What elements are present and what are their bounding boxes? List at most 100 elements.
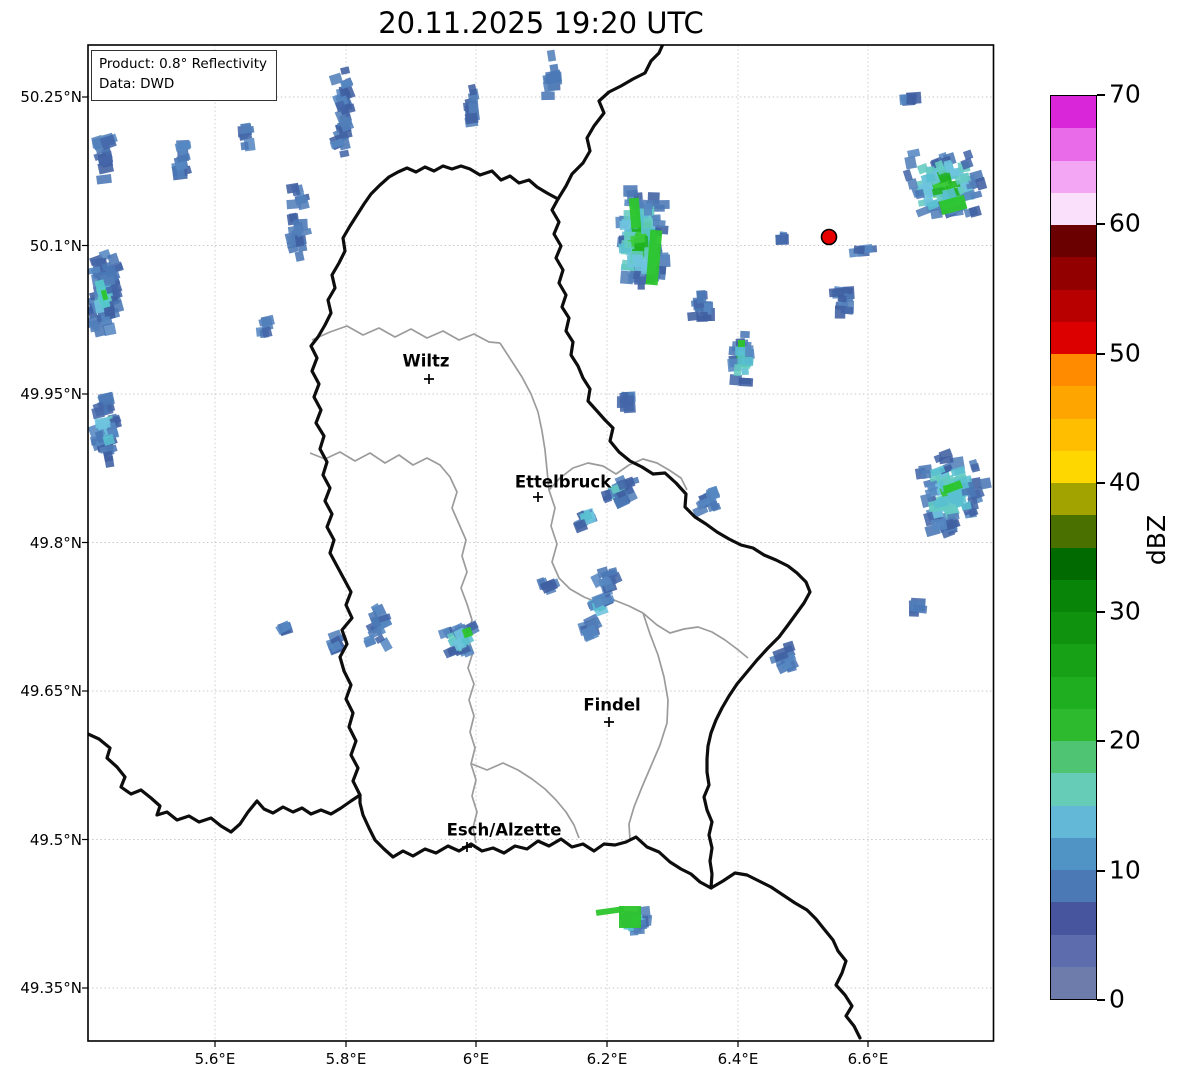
- radar-echo-bin: [904, 155, 918, 170]
- radar-echo-bin: [660, 252, 669, 260]
- district-border: [499, 342, 550, 491]
- country-border: [556, 45, 665, 201]
- colorbar-tick-label: 70: [1109, 79, 1141, 109]
- radar-echo-bin: [634, 276, 647, 285]
- radar-echo-bin: [634, 258, 649, 272]
- radar-echo-bin: [921, 469, 932, 480]
- radar-echo-bin: [745, 345, 754, 358]
- district-border: [642, 612, 749, 659]
- country-border: [88, 732, 362, 834]
- colorbar-segment: [1051, 96, 1096, 129]
- radar-echo-core: [619, 906, 641, 928]
- radar-echo-bin: [99, 159, 109, 167]
- colorbar-segment: [1051, 483, 1096, 516]
- colorbar-segment: [1051, 289, 1096, 322]
- lon-tick-label: 5.6°E: [194, 1050, 236, 1068]
- city-label: Findel: [583, 695, 641, 715]
- colorbar-segment: [1051, 547, 1096, 580]
- lon-tick-label: 6°E: [462, 1050, 490, 1068]
- colorbar-segment: [1051, 870, 1096, 903]
- colorbar-tick-mark: [1097, 869, 1105, 872]
- colorbar-segment: [1051, 612, 1096, 645]
- colorbar-segment: [1051, 192, 1096, 225]
- colorbar-tick-label: 20: [1109, 725, 1141, 755]
- colorbar-segment: [1051, 418, 1096, 451]
- lat-tick-label: 50.1°N: [29, 236, 82, 255]
- radar-echo-bin: [339, 149, 350, 158]
- radar-echo-bin: [630, 234, 646, 244]
- radar-echo-bin: [643, 203, 652, 216]
- legend-product-line: Product: 0.8° Reflectivity: [99, 56, 267, 72]
- radar-echo-bin: [775, 234, 789, 246]
- colorbar-tick-mark: [1097, 223, 1105, 226]
- radar-echo-bin: [741, 367, 749, 376]
- colorbar-tick-mark: [1097, 94, 1105, 96]
- country-border-layer: [88, 45, 862, 1040]
- city-marker: [533, 492, 543, 502]
- colorbar-segment: [1051, 676, 1096, 709]
- lat-tick-label: 49.8°N: [29, 533, 82, 552]
- colorbar-segment: [1051, 902, 1096, 935]
- radar-echo-bin: [696, 289, 707, 304]
- lon-tick-label: 6.4°E: [717, 1050, 759, 1068]
- colorbar-tick-mark: [1097, 352, 1105, 355]
- radar-echo-bin: [843, 287, 853, 295]
- lat-tick-label: 49.95°N: [20, 385, 82, 403]
- lat-tick-label: 49.65°N: [20, 682, 82, 700]
- district-border: [311, 325, 501, 344]
- radar-echo-bin: [696, 311, 708, 322]
- radar-echo-bin: [906, 93, 917, 105]
- colorbar-segment: [1051, 128, 1096, 161]
- radar-echo-bin: [840, 305, 854, 315]
- colorbar-tick-label: 30: [1109, 596, 1141, 626]
- radar-echo-bin: [616, 396, 628, 408]
- colorbar-unit-label: dBZ: [1141, 514, 1171, 566]
- colorbar-segment: [1051, 773, 1096, 806]
- lat-tick-label: 49.5°N: [29, 830, 82, 849]
- lat-tick-label: 50.25°N: [20, 88, 82, 106]
- marker-layer: [82, 44, 995, 1047]
- radar-echo-bin: [912, 604, 928, 614]
- radar-echo-bin: [623, 185, 638, 197]
- radar-echo-bin: [656, 200, 670, 210]
- colorbar-segment: [1051, 805, 1096, 838]
- colorbar-segment: [1051, 257, 1096, 290]
- city-label: Esch/Alzette: [446, 820, 562, 840]
- radar-echo-bin: [546, 49, 557, 62]
- radar-echo-core: [738, 340, 745, 347]
- grid-layer: [88, 45, 994, 1041]
- colorbar-tick-label: 50: [1109, 337, 1141, 367]
- radar-echo-bin: [902, 169, 913, 182]
- district-border-layer: [309, 325, 749, 844]
- lon-tick-label: 6.2°E: [586, 1050, 628, 1068]
- colorbar-segment: [1051, 450, 1096, 483]
- colorbar-segment: [1051, 354, 1096, 387]
- district-border: [628, 612, 669, 841]
- colorbar-segment: [1051, 644, 1096, 677]
- colorbar-tick-label: 0: [1109, 984, 1125, 1014]
- radar-echo-bin: [105, 266, 117, 278]
- colorbar-segment: [1051, 934, 1096, 967]
- colorbar-tick-mark: [1097, 999, 1105, 1001]
- colorbar-segment: [1051, 160, 1096, 193]
- colorbar-segment: [1051, 837, 1096, 870]
- colorbar-segment: [1051, 966, 1096, 999]
- radar-echo-bin: [294, 250, 305, 262]
- plot-frame: [87, 44, 995, 1042]
- colorbar: [1050, 95, 1097, 1000]
- colorbar-tick-label: 10: [1109, 855, 1141, 885]
- city-label: Wiltz: [402, 351, 450, 371]
- lat-tick-label: 49.35°N: [20, 979, 82, 997]
- city-marker: [604, 717, 614, 727]
- radar-echo-bin: [96, 174, 112, 185]
- colorbar-segment: [1051, 225, 1096, 258]
- country-border: [709, 871, 862, 1040]
- radar-echo-bin: [652, 219, 666, 228]
- radar-echo-bin: [541, 91, 555, 101]
- colorbar-segment: [1051, 741, 1096, 774]
- radar-echo-bin: [619, 270, 634, 285]
- radar-site-dot: [820, 228, 838, 246]
- country-border: [309, 164, 812, 890]
- radar-map-canvas: [82, 44, 995, 1047]
- lon-tick-label: 5.8°E: [325, 1050, 367, 1068]
